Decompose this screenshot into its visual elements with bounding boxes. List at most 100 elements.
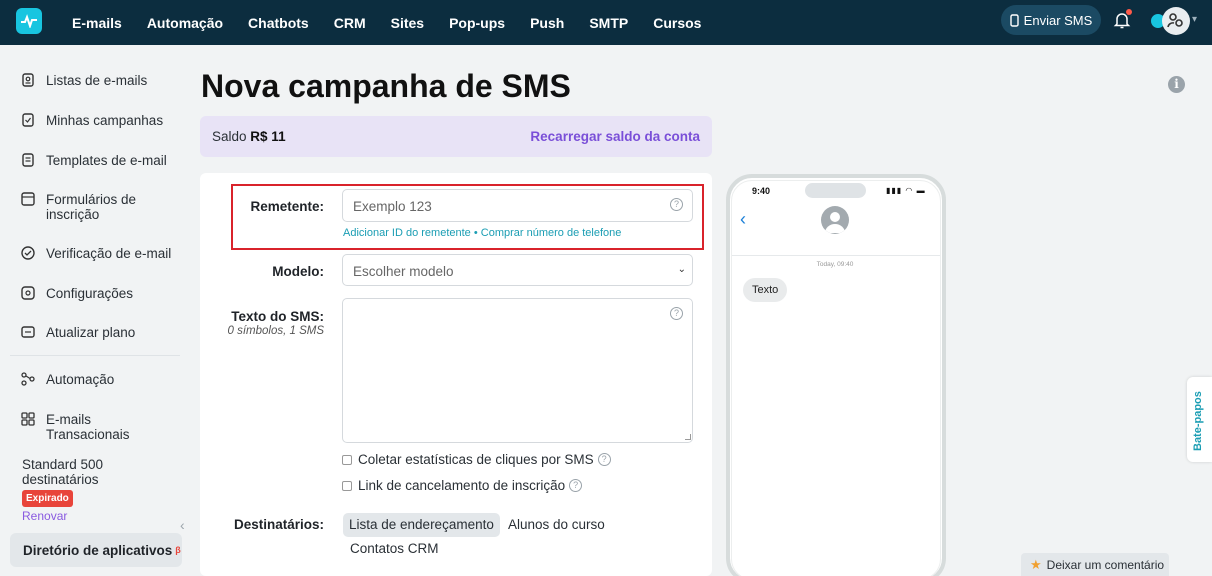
unsubscribe-link-label: Link de cancelamento de inscrição	[358, 478, 566, 493]
form-icon	[21, 192, 35, 206]
balance-label: Saldo R$ 11	[212, 129, 286, 144]
nav-popups[interactable]: Pop-ups	[449, 15, 505, 31]
collapse-sidebar-chevron-icon[interactable]: ‹	[180, 517, 185, 533]
chats-tab[interactable]: Bate-papos	[1187, 377, 1212, 462]
sidebar-item-atualizar-plano[interactable]: Atualizar plano	[20, 325, 135, 340]
message-date: Today, 09:40	[816, 261, 854, 268]
sidebar-item-label: Automação	[46, 372, 115, 387]
beta-badge: β	[175, 545, 181, 555]
sidebar-item-templates[interactable]: Templates de e-mail	[20, 153, 167, 168]
renew-link[interactable]: Renovar	[22, 509, 132, 524]
nav-cursos[interactable]: Cursos	[653, 15, 701, 31]
sidebar-item-label: Minhas campanhas	[46, 113, 164, 128]
model-label: Modelo:	[272, 264, 324, 279]
checkbox-box[interactable]	[342, 480, 352, 491]
plan-name: Standard 500 destinatários	[22, 457, 104, 487]
automation-icon	[21, 372, 35, 386]
balance-amount: R$ 11	[250, 129, 286, 144]
app-directory-label: Diretório de aplicativos	[23, 542, 173, 558]
sidebar-item-label: Configurações	[46, 286, 134, 301]
info-icon[interactable]: i	[1168, 76, 1185, 93]
top-navbar: E-mails Automação Chatbots CRM Sites Pop…	[0, 0, 1212, 45]
nav-emails[interactable]: E-mails	[72, 15, 122, 31]
phone-time: 9:40	[752, 186, 771, 196]
sidebar-item-formularios[interactable]: Formulários de inscrição	[20, 192, 150, 222]
sidebar-item-label: Verificação de e-mail	[46, 246, 172, 261]
sidebar-item-configuracoes[interactable]: Configurações	[20, 286, 133, 301]
unsubscribe-link-checkbox[interactable]: Link de cancelamento de inscrição ?	[342, 478, 583, 493]
recipients-label: Destinatários:	[233, 517, 324, 532]
sidebar-item-label: E-mails Transacionais	[46, 412, 130, 442]
user-group-icon	[1167, 13, 1183, 28]
chats-label: Bate-papos	[1192, 391, 1204, 451]
signal-wifi-battery-icon: ▮▮▮ ◠ ▬	[886, 186, 926, 195]
app-directory-button[interactable]: Diretório de aplicativos β	[10, 533, 182, 567]
feedback-label: Deixar um comentário	[1046, 557, 1165, 572]
star-icon: ★	[1030, 556, 1042, 572]
sms-char-counter: 0 símbolos, 1 SMS	[227, 325, 324, 337]
sidebar-item-listas[interactable]: Listas de e-mails	[20, 73, 147, 88]
tab-alunos-curso[interactable]: Alunos do curso	[508, 517, 605, 532]
sidebar: Listas de e-mails Minhas campanhas Templ…	[0, 45, 192, 576]
model-select[interactable]: Escolher modelo ⌄	[342, 254, 693, 286]
phone-header-divider	[732, 255, 940, 256]
model-selected-value: Escolher modelo	[353, 264, 454, 279]
sidebar-item-label: Listas de e-mails	[46, 73, 148, 88]
check-circle-icon	[21, 246, 35, 260]
message-bubble: Texto	[743, 278, 788, 302]
pulse-logo-icon	[21, 14, 37, 28]
phone-screen	[731, 180, 941, 576]
nav-push[interactable]: Push	[530, 15, 564, 31]
phone-icon	[1009, 13, 1019, 27]
nav-sites[interactable]: Sites	[391, 15, 424, 31]
resize-handle[interactable]	[685, 434, 691, 440]
settings-icon	[21, 286, 35, 300]
sidebar-item-automacao[interactable]: Automação	[20, 372, 114, 387]
upgrade-icon	[21, 326, 35, 338]
collect-stats-label: Coletar estatísticas de cliques por SMS	[358, 452, 594, 467]
nav-chatbots[interactable]: Chatbots	[248, 15, 309, 31]
tab-lista-enderecamento[interactable]: Lista de endereçamento	[343, 513, 500, 537]
unsubscribe-help-icon[interactable]: ?	[569, 479, 583, 492]
sms-text-help-icon[interactable]: ?	[670, 307, 683, 320]
sms-text-label: Texto do SMS:	[231, 309, 324, 324]
user-avatar[interactable]	[1162, 7, 1190, 35]
feedback-button[interactable]: ★ Deixar um comentário	[1021, 553, 1169, 576]
send-sms-button[interactable]: Enviar SMS	[1001, 5, 1101, 35]
contact-avatar-icon	[821, 206, 849, 234]
sidebar-item-label: Atualizar plano	[46, 325, 136, 340]
transactional-icon	[21, 412, 35, 426]
recharge-balance-link[interactable]: Recarregar saldo da conta	[530, 129, 700, 144]
sidebar-item-label: Formulários de inscrição	[46, 192, 137, 222]
template-icon	[22, 153, 34, 167]
main-nav: E-mails Automação Chatbots CRM Sites Pop…	[72, 0, 726, 45]
sidebar-item-campanhas[interactable]: Minhas campanhas	[20, 113, 163, 128]
contacts-icon	[22, 73, 34, 87]
chevron-down-icon: ⌄	[677, 264, 686, 275]
balance-text: Saldo	[212, 129, 247, 144]
campaigns-icon	[22, 113, 34, 127]
send-sms-label: Enviar SMS	[1023, 12, 1093, 28]
phone-notch	[805, 183, 866, 198]
checkbox-box[interactable]	[342, 454, 352, 465]
app-logo[interactable]	[16, 8, 42, 34]
plan-info: Standard 500 destinatários Expirado Reno…	[22, 457, 132, 524]
back-chevron-icon: ‹	[740, 209, 746, 229]
sidebar-item-transacionais[interactable]: E-mails Transacionais	[20, 412, 150, 442]
collect-stats-help-icon[interactable]: ?	[597, 453, 611, 466]
highlight-box	[231, 184, 704, 250]
account-chevron-down-icon[interactable]: ▾	[1192, 14, 1197, 25]
person-icon	[825, 212, 845, 233]
sidebar-item-label: Templates de e-mail	[46, 153, 167, 168]
sidebar-item-verificacao[interactable]: Verificação de e-mail	[20, 246, 171, 261]
sidebar-divider	[10, 355, 180, 356]
notification-dot	[1126, 9, 1132, 15]
plan-status-badge: Expirado	[22, 490, 73, 507]
balance-bar: Saldo R$ 11 Recarregar saldo da conta	[200, 116, 712, 157]
nav-smtp[interactable]: SMTP	[589, 15, 628, 31]
collect-stats-checkbox[interactable]: Coletar estatísticas de cliques por SMS …	[342, 452, 611, 467]
nav-automacao[interactable]: Automação	[147, 15, 223, 31]
tab-contatos-crm[interactable]: Contatos CRM	[350, 541, 439, 556]
sms-text-area[interactable]: ?	[342, 298, 693, 443]
nav-crm[interactable]: CRM	[334, 15, 366, 31]
